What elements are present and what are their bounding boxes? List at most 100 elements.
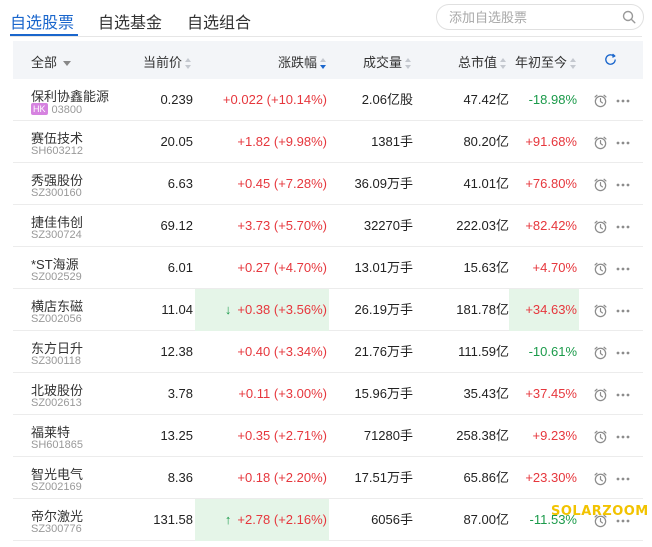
- search-input[interactable]: [449, 5, 619, 29]
- market-cap: 15.63亿: [463, 260, 509, 275]
- price-change: ↑ +2.78 (+2.16%): [195, 499, 329, 541]
- table-row[interactable]: 捷佳伟创 SZ300724 69.12 +3.73 (+5.70%) 32270…: [13, 205, 643, 247]
- ytd-change: +76.80%: [525, 176, 577, 191]
- tab-funds[interactable]: 自选基金: [98, 9, 162, 33]
- stock-code: SZ300776: [31, 523, 82, 535]
- table-row[interactable]: 北玻股份 SZ002613 3.78 +0.11 (+3.00%) 15.96万…: [13, 373, 643, 415]
- price-change: +0.022 (+10.14%): [195, 79, 329, 121]
- column-header-ytd[interactable]: 年初至今: [515, 52, 577, 71]
- alarm-clock-icon[interactable]: [593, 387, 608, 402]
- more-options-icon[interactable]: [616, 477, 630, 481]
- chevron-down-icon: [63, 61, 72, 67]
- table-header: 全部 当前价 涨跌幅 成交量 总市值 年初至今: [13, 41, 643, 79]
- more-options-icon[interactable]: [616, 519, 630, 523]
- ytd-change: -10.61%: [528, 344, 577, 359]
- table-row[interactable]: 帝尔激光 SZ300776 131.58 ↑ +2.78 (+2.16%) 605…: [13, 499, 643, 541]
- watermark-logo: SOLARZOOM: [551, 504, 649, 519]
- alarm-clock-icon[interactable]: [593, 303, 608, 318]
- more-options-icon[interactable]: [616, 393, 630, 397]
- ytd-change: +82.42%: [525, 218, 577, 233]
- trend-arrow-icon: ↓: [224, 302, 232, 317]
- market-badge: HK: [31, 103, 48, 115]
- trend-arrow-icon: ↑: [224, 512, 232, 527]
- ytd-change: +91.68%: [525, 134, 577, 149]
- sort-icon: [500, 58, 507, 70]
- column-header-price[interactable]: 当前价: [143, 52, 192, 71]
- alarm-clock-icon[interactable]: [593, 135, 608, 150]
- price-change-text: +1.82 (+9.98%): [237, 134, 327, 149]
- alarm-clock-icon[interactable]: [593, 429, 608, 444]
- stock-code-text: SH601865: [31, 439, 83, 451]
- table-row[interactable]: 赛伍技术 SH603212 20.05 +1.82 (+9.98%) 1381手…: [13, 121, 643, 163]
- column-price-label: 当前价: [143, 55, 183, 70]
- price-change: ↓ +0.38 (+3.56%): [195, 289, 329, 331]
- more-options-icon[interactable]: [616, 351, 630, 355]
- stock-code-text: SZ300118: [31, 355, 81, 367]
- stock-code-text: SZ002529: [31, 271, 82, 283]
- stock-code-text: SZ002056: [31, 313, 82, 325]
- market-cap: 35.43亿: [463, 386, 509, 401]
- alarm-clock-icon[interactable]: [593, 345, 608, 360]
- alarm-clock-icon[interactable]: [593, 177, 608, 192]
- table-row[interactable]: 福莱特 SH601865 13.25 +0.35 (+2.71%) 71280手…: [13, 415, 643, 457]
- tab-portfolios[interactable]: 自选组合: [187, 9, 251, 33]
- table-row[interactable]: *ST海源 SZ002529 6.01 +0.27 (+4.70%) 13.01…: [13, 247, 643, 289]
- volume: 32270手: [363, 218, 413, 233]
- market-cap: 65.86亿: [463, 470, 509, 485]
- table-row[interactable]: 横店东磁 SZ002056 11.04 ↓ +0.38 (+3.56%) 26.1…: [13, 289, 643, 331]
- more-options-icon[interactable]: [616, 435, 630, 439]
- sort-icon: [405, 58, 412, 70]
- tab-bar: 自选股票 自选基金 自选组合: [0, 0, 652, 38]
- price-change-text: +0.45 (+7.28%): [237, 176, 327, 191]
- price-change-text: +2.78 (+2.16%): [237, 512, 327, 527]
- price-change: +3.73 (+5.70%): [195, 205, 329, 247]
- volume: 13.01万手: [354, 260, 413, 275]
- ytd-change: +9.23%: [532, 428, 577, 443]
- ytd-change: +34.63%: [509, 289, 579, 331]
- column-header-market-cap[interactable]: 总市值: [458, 52, 507, 71]
- stock-code: SH603212: [31, 145, 83, 157]
- table-row[interactable]: 智光电气 SZ002169 8.36 +0.18 (+2.20%) 17.51万…: [13, 457, 643, 499]
- column-header-volume[interactable]: 成交量: [363, 52, 412, 71]
- volume: 17.51万手: [354, 470, 413, 485]
- filter-all-dropdown[interactable]: 全部: [31, 52, 72, 71]
- refresh-icon[interactable]: [603, 52, 618, 67]
- volume: 71280手: [363, 428, 413, 443]
- stock-code-text: SZ300160: [31, 187, 82, 199]
- price-change: +0.45 (+7.28%): [195, 163, 329, 205]
- alarm-clock-icon[interactable]: [593, 219, 608, 234]
- stock-code: SH601865: [31, 439, 83, 451]
- sort-desc-icon: [320, 58, 327, 70]
- more-options-icon[interactable]: [616, 141, 630, 145]
- stock-code: SZ300118: [31, 355, 81, 367]
- price-change-text: +3.73 (+5.70%): [237, 218, 327, 233]
- alarm-clock-icon[interactable]: [593, 471, 608, 486]
- table-row[interactable]: 保利协鑫能源 HK 03800 0.239 +0.022 (+10.14%) 2.…: [13, 79, 643, 121]
- price-change-text: +0.35 (+2.71%): [237, 428, 327, 443]
- more-options-icon[interactable]: [616, 183, 630, 187]
- sort-icon: [185, 58, 192, 70]
- market-cap: 222.03亿: [456, 218, 509, 233]
- column-header-change[interactable]: 涨跌幅: [278, 52, 327, 71]
- alarm-clock-icon[interactable]: [593, 93, 608, 108]
- sort-icon: [570, 58, 577, 70]
- alarm-clock-icon[interactable]: [593, 261, 608, 276]
- search-icon[interactable]: [622, 10, 636, 24]
- stock-code: SZ002613: [31, 397, 82, 409]
- tab-stocks[interactable]: 自选股票: [10, 9, 74, 33]
- stock-code-text: SZ002169: [31, 481, 82, 493]
- more-options-icon[interactable]: [616, 225, 630, 229]
- column-volume-label: 成交量: [363, 55, 403, 70]
- price-change: +0.35 (+2.71%): [195, 415, 329, 457]
- market-cap: 87.00亿: [463, 512, 509, 527]
- tab-divider: [10, 36, 642, 37]
- search-box[interactable]: [436, 4, 644, 30]
- price-change-text: +0.27 (+4.70%): [237, 260, 327, 275]
- table-row[interactable]: 东方日升 SZ300118 12.38 +0.40 (+3.34%) 21.76…: [13, 331, 643, 373]
- more-options-icon[interactable]: [616, 267, 630, 271]
- table-row[interactable]: 秀强股份 SZ300160 6.63 +0.45 (+7.28%) 36.09万…: [13, 163, 643, 205]
- price-change: +0.11 (+3.00%): [195, 373, 329, 415]
- current-price: 69.12: [160, 218, 193, 233]
- more-options-icon[interactable]: [616, 99, 630, 103]
- more-options-icon[interactable]: [616, 309, 630, 313]
